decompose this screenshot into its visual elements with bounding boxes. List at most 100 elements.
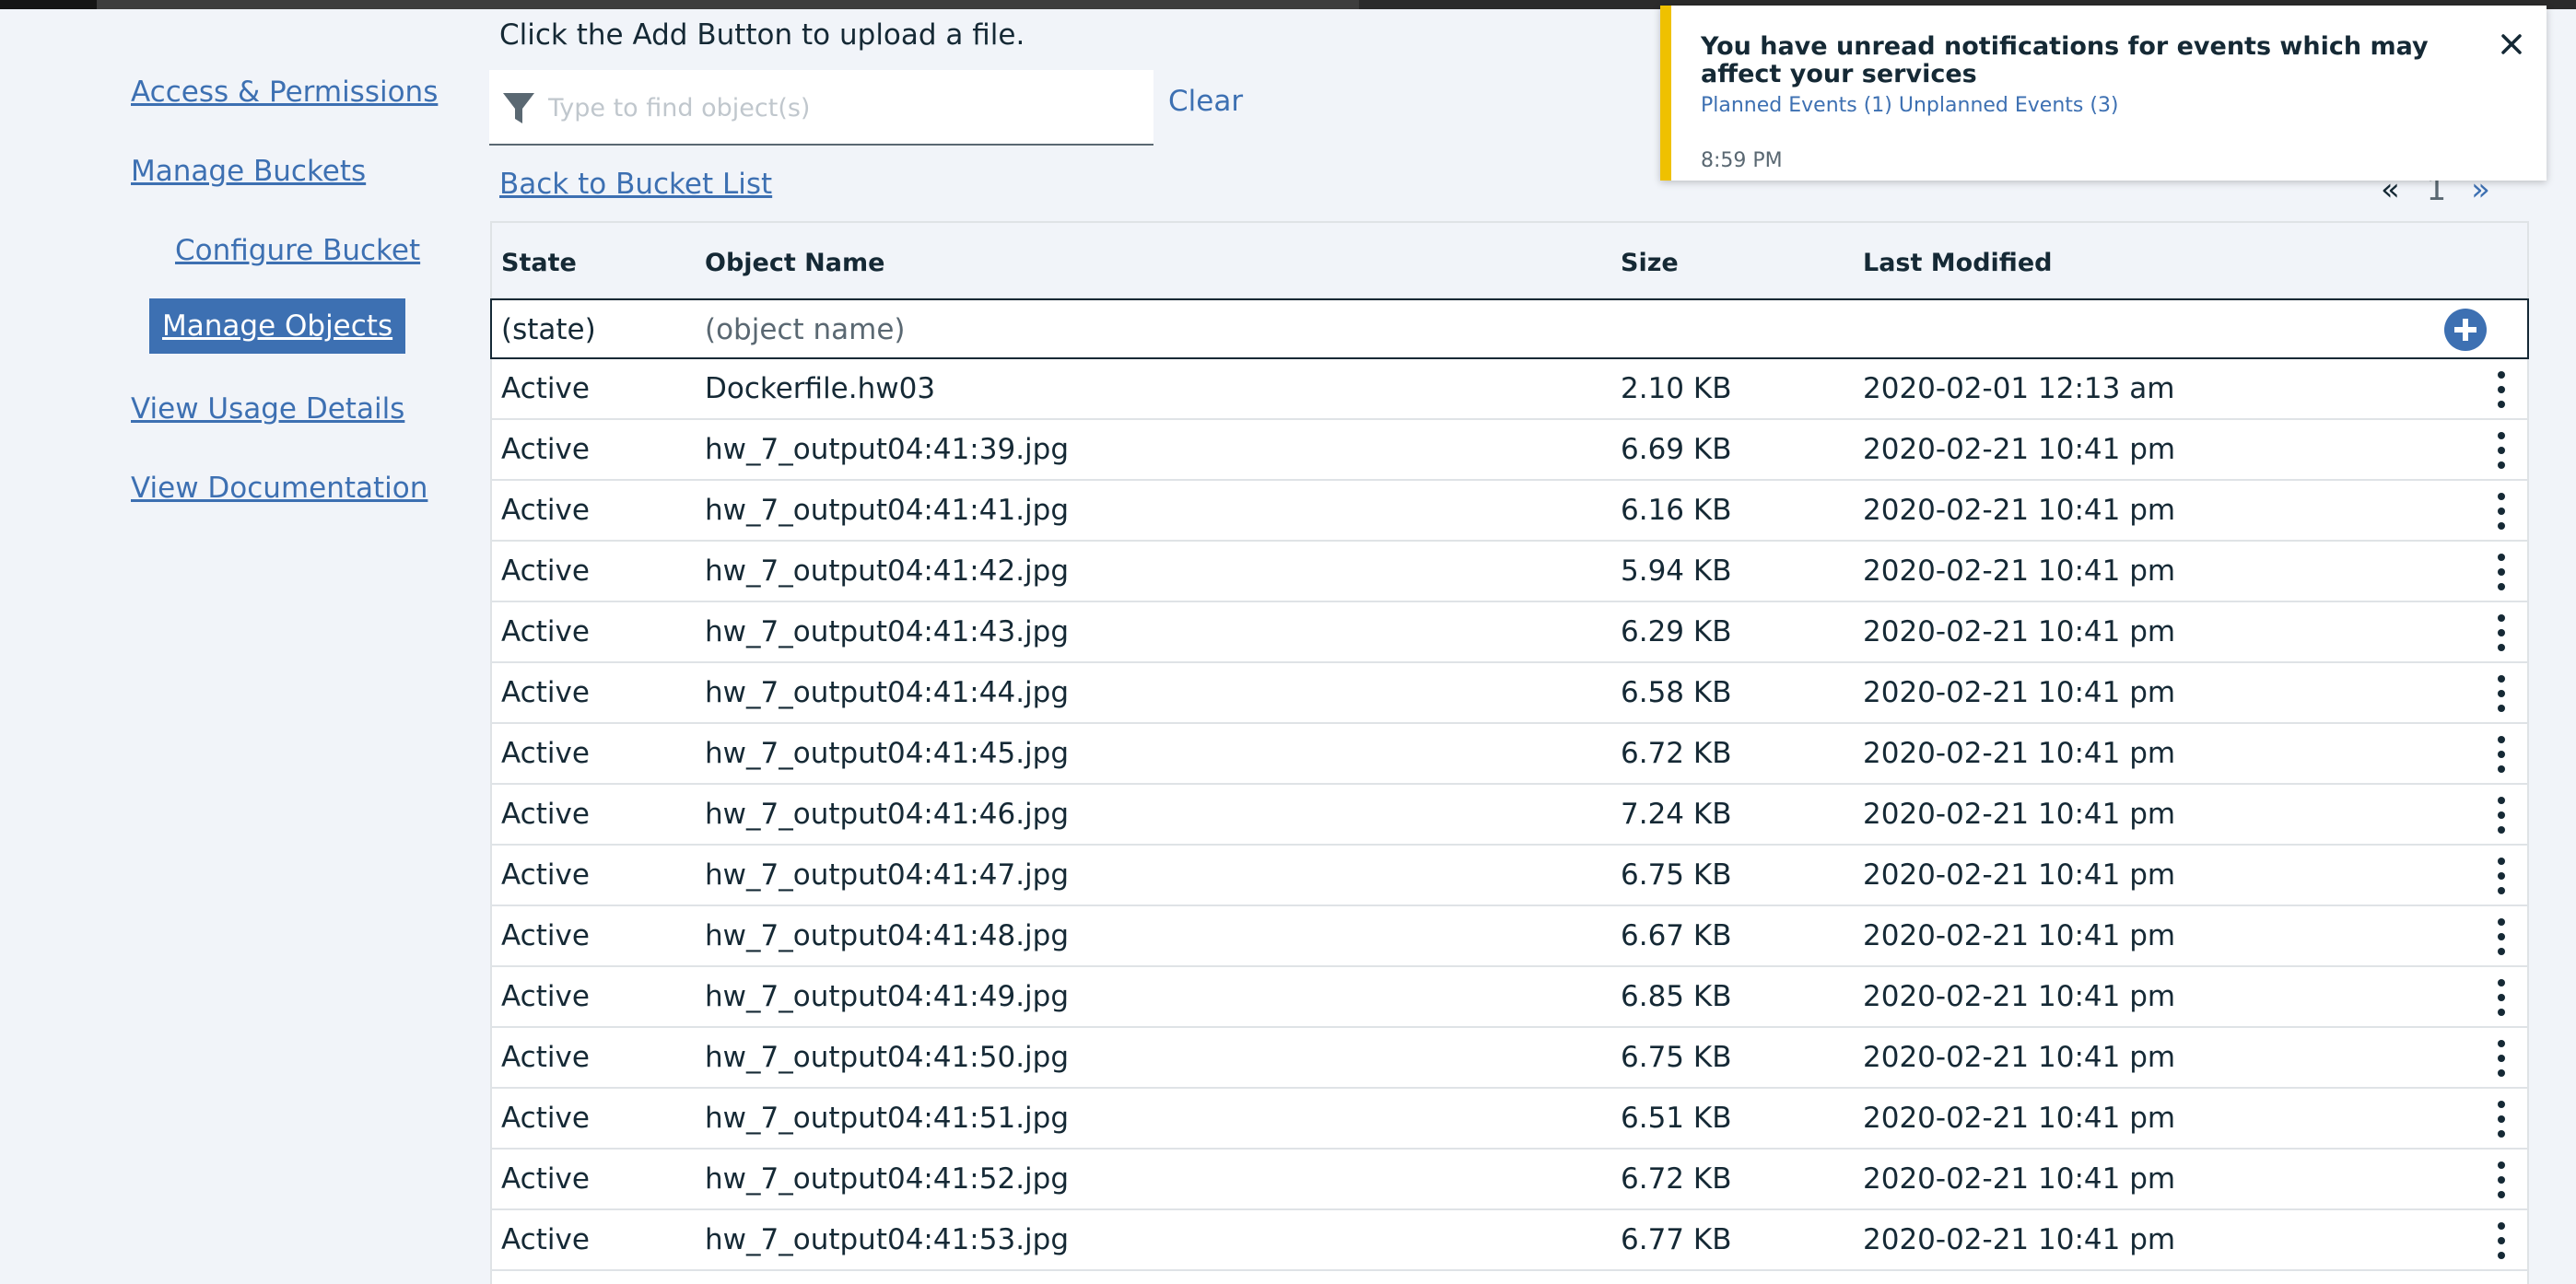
cell-object-name: hw_7_output04:41:52.jpg (705, 1162, 1070, 1196)
back-to-bucket-list-link[interactable]: Back to Bucket List (499, 168, 772, 201)
cell-object-name: hw_7_output04:41:50.jpg (705, 1041, 1070, 1074)
cell-object-name: hw_7_output04:41:39.jpg (705, 433, 1070, 466)
table-row[interactable]: Active hw_7_output04:41:44.jpg 6.58 KB 2020… (492, 663, 2527, 724)
cell-size: 7.24 KB (1621, 798, 1732, 831)
cell-size: 6.75 KB (1621, 1041, 1732, 1074)
cell-state: Active (501, 554, 590, 588)
overflow-menu-icon[interactable] (2489, 855, 2513, 897)
table-row[interactable]: Active hw_7_output04:41:51.jpg 6.51 KB 2020… (492, 1089, 2527, 1150)
notification-time: 8:59 PM (1701, 149, 1783, 172)
cell-object-name: hw_7_output04:41:41.jpg (705, 494, 1070, 527)
cell-state: Active (501, 372, 590, 405)
overflow-menu-icon[interactable] (2489, 429, 2513, 472)
overflow-menu-icon[interactable] (2489, 551, 2513, 593)
sidebar-item-view-documentation[interactable]: View Documentation (131, 472, 427, 505)
notification-toast: You have unread notifications for events… (1660, 6, 2547, 181)
cell-last-modified: 2020-02-21 10:41 pm (1863, 494, 2176, 527)
cell-last-modified: 2020-02-21 10:41 pm (1863, 980, 2176, 1013)
table-row[interactable]: Active Dockerfile.hw03 2.10 KB 2020-02-01 1… (492, 359, 2527, 420)
header-size[interactable]: Size (1621, 249, 1679, 277)
cell-object-name: hw_7_output04:41:45.jpg (705, 737, 1070, 770)
cell-size: 6.51 KB (1621, 1102, 1732, 1135)
close-icon[interactable] (2499, 31, 2524, 57)
cell-object-name: hw_7_output04:41:49.jpg (705, 980, 1070, 1013)
cell-size: 6.69 KB (1621, 433, 1732, 466)
sidebar-item-access-permissions[interactable]: Access & Permissions (131, 76, 438, 109)
cell-size: 6.16 KB (1621, 494, 1732, 527)
overflow-menu-icon[interactable] (2489, 612, 2513, 654)
cell-size: 6.77 KB (1621, 1223, 1732, 1256)
notification-links: Planned Events (1) Unplanned Events (3) (1701, 94, 2119, 117)
cell-last-modified: 2020-02-21 10:41 pm (1863, 1162, 2176, 1196)
cell-size: 6.29 KB (1621, 615, 1732, 648)
table-row[interactable]: Active hw_7_output04:41:50.jpg 6.75 KB 2020… (492, 1028, 2527, 1089)
cell-state: Active (501, 858, 590, 892)
overflow-menu-icon[interactable] (2489, 733, 2513, 776)
overflow-menu-icon[interactable] (2489, 794, 2513, 836)
header-last-modified[interactable]: Last Modified (1863, 249, 2052, 277)
overflow-menu-icon[interactable] (2489, 490, 2513, 532)
clear-button[interactable]: Clear (1168, 85, 1243, 118)
cell-object-name: hw_7_output04:41:42.jpg (705, 554, 1070, 588)
overflow-menu-icon[interactable] (2489, 672, 2513, 715)
table-row[interactable]: Active hw_7_output04:41:49.jpg 6.85 KB 2020… (492, 967, 2527, 1028)
table-row[interactable]: Active hw_7_output04:41:41.jpg 6.16 KB 2020… (492, 481, 2527, 542)
cell-state: Active (501, 919, 590, 952)
header-state[interactable]: State (501, 249, 577, 277)
cell-last-modified: 2020-02-21 10:41 pm (1863, 858, 2176, 892)
table-row[interactable]: Active hw_7_output04:41:48.jpg 6.67 KB 2020… (492, 906, 2527, 967)
overflow-menu-icon[interactable] (2489, 1037, 2513, 1080)
cell-last-modified: 2020-02-21 10:41 pm (1863, 798, 2176, 831)
cell-state: Active (501, 494, 590, 527)
add-row-state: (state) (501, 313, 596, 346)
planned-events-link[interactable]: Planned Events (1) (1701, 94, 1892, 117)
table-row[interactable]: Active hw_7_output04:41:42.jpg 5.94 KB 2020… (492, 542, 2527, 602)
overflow-menu-icon[interactable] (2489, 916, 2513, 958)
overflow-menu-icon[interactable] (2489, 1098, 2513, 1140)
filter-icon (503, 93, 534, 123)
cell-object-name: hw_7_output04:41:53.jpg (705, 1223, 1070, 1256)
cell-object-name: hw_7_output04:41:51.jpg (705, 1102, 1070, 1135)
cell-last-modified: 2020-02-21 10:41 pm (1863, 919, 2176, 952)
cell-state: Active (501, 737, 590, 770)
table-row[interactable]: Active hw_7_output04:41:53.jpg 6.77 KB 2020… (492, 1210, 2527, 1271)
unplanned-events-link[interactable]: Unplanned Events (3) (1899, 94, 2119, 117)
overflow-menu-icon[interactable] (2489, 1159, 2513, 1201)
sidebar-item-manage-buckets[interactable]: Manage Buckets (131, 155, 366, 188)
cell-object-name: hw_7_output04:41:43.jpg (705, 615, 1070, 648)
overflow-menu-icon[interactable] (2489, 368, 2513, 411)
cell-object-name: hw_7_output04:41:48.jpg (705, 919, 1070, 952)
cell-state: Active (501, 615, 590, 648)
overflow-menu-icon[interactable] (2489, 1220, 2513, 1262)
table-row[interactable]: Active hw_7_output04:41:52.jpg 6.72 KB 2020… (492, 1150, 2527, 1210)
search-input[interactable] (548, 87, 1138, 129)
cell-size: 6.67 KB (1621, 919, 1732, 952)
cell-state: Active (501, 1102, 590, 1135)
cell-size: 6.75 KB (1621, 858, 1732, 892)
cell-last-modified: 2020-02-21 10:41 pm (1863, 1223, 2176, 1256)
cell-state: Active (501, 676, 590, 709)
header-object-name[interactable]: Object Name (705, 249, 884, 277)
cell-size: 6.72 KB (1621, 1162, 1732, 1196)
add-circle-icon[interactable] (2443, 308, 2488, 352)
cell-last-modified: 2020-02-21 10:41 pm (1863, 615, 2176, 648)
table-header: State Object Name Size Last Modified (492, 223, 2527, 298)
table-row[interactable]: Active hw_7_output04:41:47.jpg 6.75 KB 2020… (492, 846, 2527, 906)
table-row[interactable]: Active hw_7_output04:41:46.jpg 7.24 KB 2020… (492, 785, 2527, 846)
cell-size: 2.10 KB (1621, 372, 1732, 405)
cell-last-modified: 2020-02-01 12:13 am (1863, 372, 2175, 405)
sidebar-item-view-usage-details[interactable]: View Usage Details (131, 392, 404, 426)
cell-size: 6.58 KB (1621, 676, 1732, 709)
add-row-object-name: (object name) (705, 313, 906, 346)
cell-last-modified: 2020-02-21 10:41 pm (1863, 554, 2176, 588)
sidebar-item-configure-bucket[interactable]: Configure Bucket (175, 234, 420, 267)
cell-object-name: hw_7_output04:41:44.jpg (705, 676, 1070, 709)
overflow-menu-icon[interactable] (2489, 976, 2513, 1019)
cell-state: Active (501, 1223, 590, 1256)
table-row[interactable]: Active hw_7_output04:41:45.jpg 6.72 KB 2020… (492, 724, 2527, 785)
sidebar-item-manage-objects[interactable]: Manage Objects (149, 298, 406, 354)
cell-size: 6.85 KB (1621, 980, 1732, 1013)
table-row[interactable]: Active hw_7_output04:41:39.jpg 6.69 KB 2020… (492, 420, 2527, 481)
objects-table: State Object Name Size Last Modified (st… (490, 221, 2529, 1284)
table-row[interactable]: Active hw_7_output04:41:43.jpg 6.29 KB 2020… (492, 602, 2527, 663)
